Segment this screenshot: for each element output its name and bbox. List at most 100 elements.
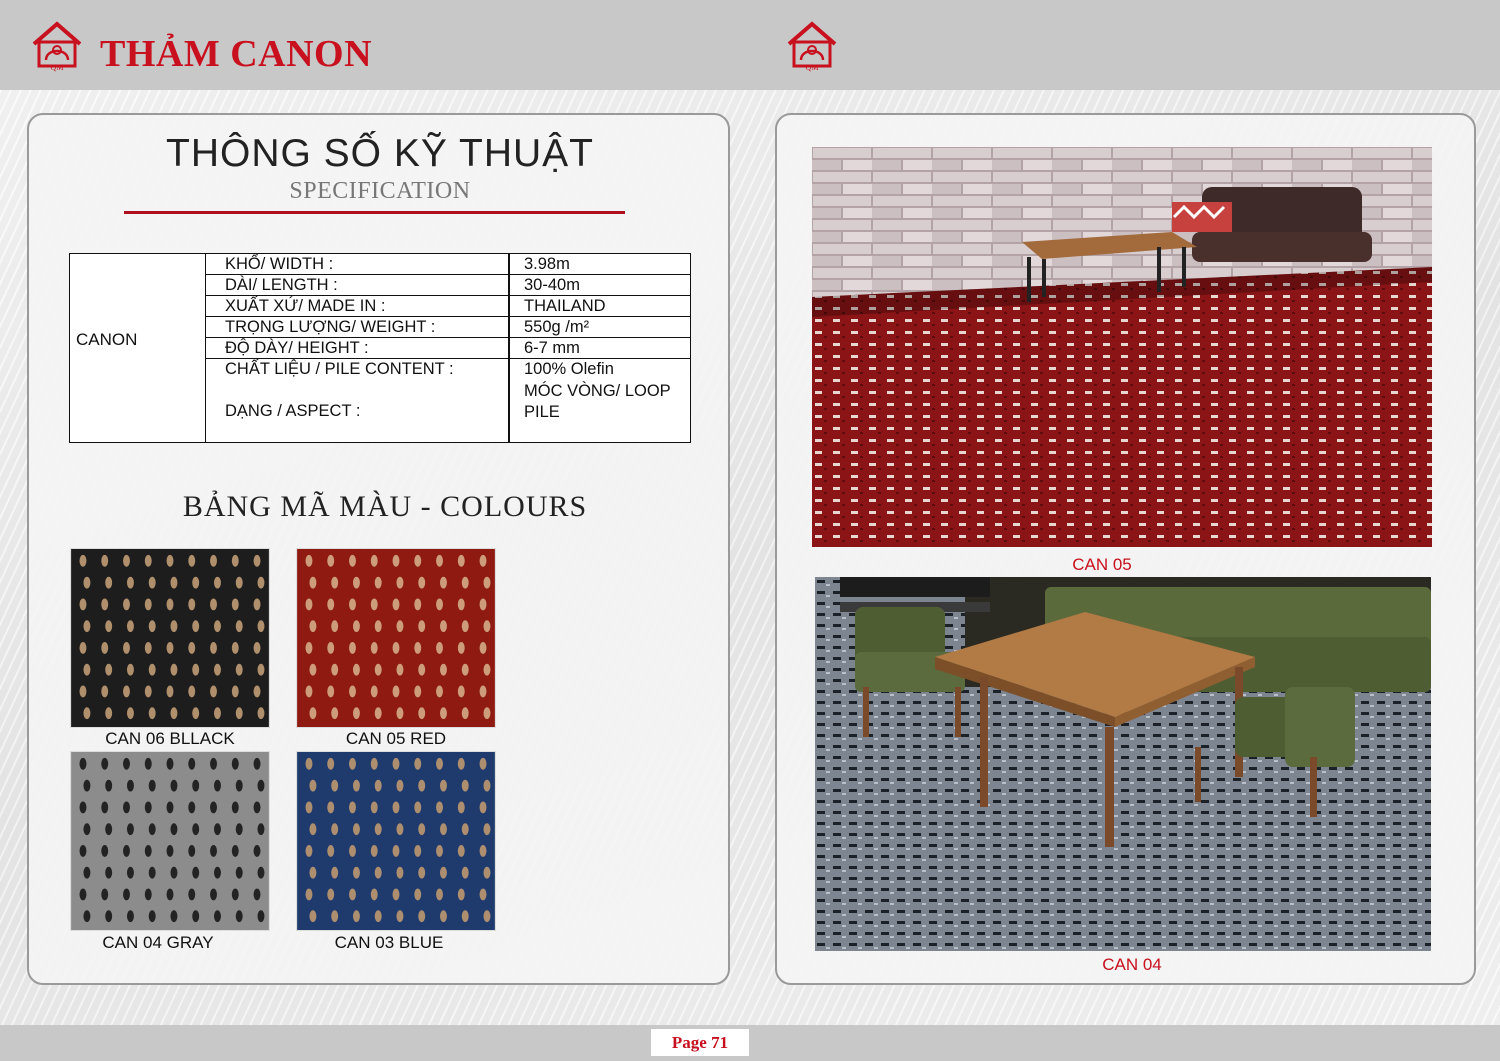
photo-caption: CAN 05 xyxy=(1072,555,1132,574)
carpet-fleck xyxy=(126,576,134,589)
carpet-fleck xyxy=(126,866,134,879)
carpet-fleck xyxy=(440,866,447,879)
carpet-fleck xyxy=(305,757,313,770)
carpet-fleck xyxy=(231,844,239,857)
carpet-fleck xyxy=(457,801,465,814)
carpet-fleck xyxy=(83,866,91,879)
carpet-fleck xyxy=(327,554,335,567)
carpet-fleck xyxy=(396,663,404,676)
carpet-fleck xyxy=(101,888,109,901)
carpet-fleck xyxy=(79,641,87,654)
carpet-fleck xyxy=(170,576,178,589)
spec-row: DÀI/ LENGTH : 30-40m xyxy=(206,275,691,296)
carpet-fleck xyxy=(235,620,243,633)
carpet-fleck xyxy=(257,620,265,633)
carpet-fleck xyxy=(483,707,491,720)
spec-row: TRỌNG LƯỢNG/ WEIGHT : 550g /m² xyxy=(206,317,691,338)
carpet-fleck xyxy=(349,641,356,654)
carpet-fleck xyxy=(214,866,221,879)
carpet-fleck xyxy=(374,823,382,836)
carpet-fleck xyxy=(210,844,217,857)
carpet-fleck xyxy=(214,910,221,923)
carpet-fleck xyxy=(392,888,400,901)
carpet-fleck xyxy=(392,598,400,611)
spec-subtitle: SPECIFICATION xyxy=(289,178,471,204)
carpet-fleck xyxy=(305,844,313,857)
room-photo-gray xyxy=(815,577,1431,951)
carpet-fleck xyxy=(188,888,196,901)
spec-label: ĐỘ DÀY/ HEIGHT : xyxy=(225,339,369,357)
carpet-fleck xyxy=(309,576,317,589)
carpet-fleck xyxy=(166,844,174,857)
carpet-fleck xyxy=(349,757,356,770)
carpet-fleck xyxy=(305,641,313,654)
carpet-fleck xyxy=(331,779,339,792)
carpet-fleck xyxy=(370,888,378,901)
carpet-fleck xyxy=(461,866,469,879)
carpet-fleck xyxy=(148,620,156,633)
carpet-fleck xyxy=(123,888,130,901)
spec-value: 100% Olefin xyxy=(524,360,614,378)
carpet-fleck xyxy=(192,663,200,676)
carpet-fleck xyxy=(457,598,465,611)
carpet-fleck xyxy=(166,641,174,654)
carpet-fleck xyxy=(210,554,217,567)
carpet-fleck xyxy=(235,910,243,923)
carpet-fleck xyxy=(123,554,130,567)
spec-row: XUẤT XỨ/ MADE IN : THAILAND xyxy=(206,296,691,317)
carpet-fleck xyxy=(235,779,243,792)
carpet-fleck xyxy=(170,866,178,879)
carpet-fleck xyxy=(352,823,360,836)
carpet-fleck xyxy=(327,685,335,698)
spec-label: DÀI/ LENGTH : xyxy=(225,276,338,294)
carpet-fleck xyxy=(126,707,134,720)
carpet-fleck xyxy=(440,779,447,792)
spec-title: THÔNG SỐ KỸ THUẬT xyxy=(166,132,594,175)
carpet-fleck xyxy=(418,866,426,879)
spec-value: THAILAND xyxy=(524,297,606,315)
swatch-black xyxy=(70,548,270,728)
carpet-fleck xyxy=(101,598,109,611)
carpet-fleck xyxy=(210,801,217,814)
carpet-fleck xyxy=(105,663,113,676)
colours-title: BẢNG MÃ MÀU - COLOURS xyxy=(182,490,588,523)
carpet-fleck xyxy=(370,685,378,698)
carpet-fleck xyxy=(257,910,265,923)
carpet-fleck xyxy=(253,801,261,814)
carpet-fleck xyxy=(414,844,422,857)
carpet-fleck xyxy=(101,685,109,698)
carpet-fleck xyxy=(418,823,426,836)
carpet-fleck xyxy=(231,888,239,901)
carpet-fleck xyxy=(305,888,313,901)
carpet-fleck xyxy=(166,757,174,770)
carpet-fleck xyxy=(457,685,465,698)
carpet-fleck xyxy=(166,801,174,814)
carpet-fleck xyxy=(79,757,87,770)
spec-row: KHỔ/ WIDTH : 3.98m xyxy=(206,254,691,275)
carpet-fleck xyxy=(352,620,360,633)
carpet-fleck xyxy=(144,844,152,857)
carpet-fleck xyxy=(105,620,113,633)
carpet-fleck xyxy=(370,844,378,857)
spec-value: 30-40m xyxy=(524,276,580,294)
carpet-fleck xyxy=(253,598,261,611)
swatch-blue xyxy=(296,751,496,931)
carpet-fleck xyxy=(214,620,221,633)
carpet-fleck xyxy=(457,844,465,857)
spec-value: 6-7 mm xyxy=(524,339,580,357)
carpet-fleck xyxy=(418,663,426,676)
carpet-fleck xyxy=(349,888,356,901)
carpet-fleck xyxy=(101,757,109,770)
carpet-fleck xyxy=(392,554,400,567)
swatch-label: CAN 05 RED xyxy=(345,729,447,748)
carpet-fleck xyxy=(83,910,91,923)
swatch-label: CAN 06 BLLACK xyxy=(105,729,235,748)
carpet-fleck xyxy=(188,641,196,654)
carpet-fleck xyxy=(436,801,443,814)
carpet-fleck xyxy=(144,598,152,611)
brand-title: THẢM CANON xyxy=(100,33,373,75)
carpet-fleck xyxy=(126,779,134,792)
carpet-fleck xyxy=(349,554,356,567)
carpet-fleck xyxy=(479,554,487,567)
carpet-fleck xyxy=(101,801,109,814)
